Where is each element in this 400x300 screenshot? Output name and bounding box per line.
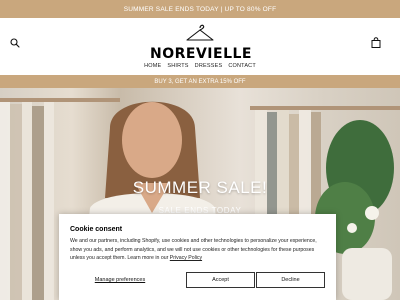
hanger-icon — [186, 24, 214, 41]
cookie-actions: Manage preferences Accept Decline — [70, 272, 325, 288]
nav-shirts[interactable]: SHIRTS — [167, 63, 188, 69]
decline-button[interactable]: Decline — [256, 272, 325, 288]
site-logo[interactable]: NOREVIELLE — [150, 22, 252, 62]
logo-text: NOREVIELLE — [150, 46, 252, 62]
manage-preferences-button[interactable]: Manage preferences — [70, 272, 170, 288]
nav-home[interactable]: HOME — [144, 63, 161, 69]
cookie-consent-dialog: Cookie consent We and our partners, incl… — [59, 214, 336, 300]
cookie-body: We and our partners, including Shopify, … — [70, 237, 325, 263]
nav-contact[interactable]: CONTACT — [228, 63, 256, 69]
cookie-title: Cookie consent — [70, 226, 123, 233]
announcement-bar: SUMMER SALE ENDS TODAY | UP TO 80% OFF — [0, 0, 400, 18]
announcement-text: SUMMER SALE ENDS TODAY | UP TO 80% OFF — [123, 5, 277, 13]
offer-text: BUY 3, GET AN EXTRA 15% OFF — [154, 78, 246, 85]
main-nav: HOME SHIRTS DRESSES CONTACT — [0, 63, 400, 69]
bag-icon[interactable] — [371, 37, 381, 48]
offer-bar: BUY 3, GET AN EXTRA 15% OFF — [0, 75, 400, 88]
search-icon[interactable] — [10, 38, 20, 48]
nav-dresses[interactable]: DRESSES — [195, 63, 223, 69]
site-header: NOREVIELLE HOME SHIRTS DRESSES CONTACT — [0, 18, 400, 75]
accept-button[interactable]: Accept — [186, 272, 255, 288]
privacy-policy-link[interactable]: Privacy Policy — [170, 255, 202, 261]
hero-title: SUMMER SALE! — [132, 178, 268, 197]
